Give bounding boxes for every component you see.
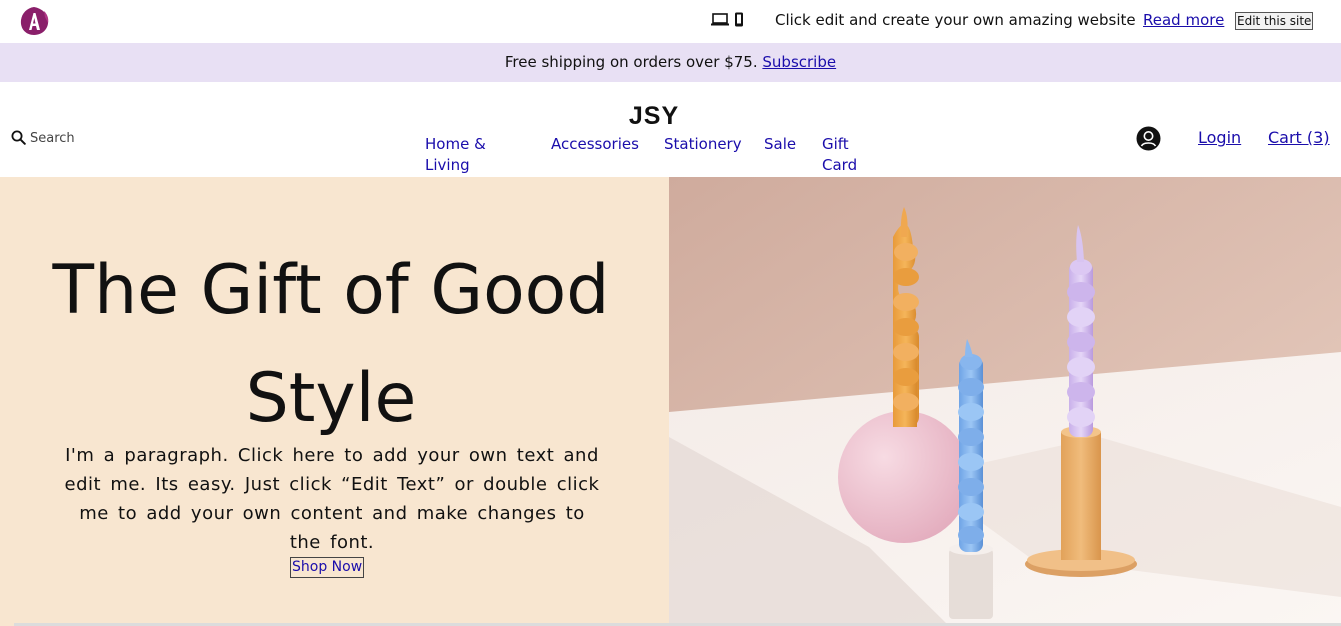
twisted-candles-image <box>669 177 1341 626</box>
hero-text-panel: The Gift of Good Style I'm a paragraph. … <box>0 177 669 626</box>
search-input[interactable] <box>28 128 172 148</box>
shipping-text: Free shipping on orders over $75. <box>504 53 758 71</box>
user-avatar-icon[interactable] <box>1136 126 1161 151</box>
login-link[interactable]: Login <box>1198 128 1241 147</box>
hero-title: The Gift of Good Style <box>52 251 610 438</box>
nav-home-living[interactable]: Home & Living <box>425 134 515 176</box>
nav-accessories[interactable]: Accessories <box>551 134 639 155</box>
edit-site-button[interactable]: Edit this site <box>1235 12 1314 30</box>
site-header: JSY Home & Living Accessories Stationery… <box>0 82 1341 177</box>
app-logo-icon[interactable] <box>18 5 50 37</box>
brand-logo-text[interactable]: JSY <box>602 102 706 131</box>
shop-now-button[interactable]: Shop Now <box>290 557 365 578</box>
device-preview-icons[interactable] <box>711 12 745 28</box>
hero-paragraph: I'm a paragraph. Click here to add your … <box>64 445 600 553</box>
shipping-message: Free shipping on orders over $75. Subscr… <box>0 53 1341 71</box>
read-more-link[interactable]: Read more <box>1143 11 1224 29</box>
cart-link[interactable]: Cart (3) <box>1268 128 1330 147</box>
mobile-icon <box>735 12 743 27</box>
subscribe-link[interactable]: Subscribe <box>762 53 836 71</box>
shipping-banner: Free shipping on orders over $75. Subscr… <box>0 43 1341 82</box>
nav-sale[interactable]: Sale <box>764 134 796 155</box>
laptop-icon <box>711 13 729 26</box>
nav-gift-card[interactable]: Gift Card <box>822 134 872 176</box>
nav-stationery[interactable]: Stationery <box>664 134 742 155</box>
promo-text: Click edit and create your own amazing w… <box>775 11 1136 29</box>
search-icon[interactable] <box>11 130 26 145</box>
top-promo-bar: Click edit and create your own amazing w… <box>0 0 1341 43</box>
